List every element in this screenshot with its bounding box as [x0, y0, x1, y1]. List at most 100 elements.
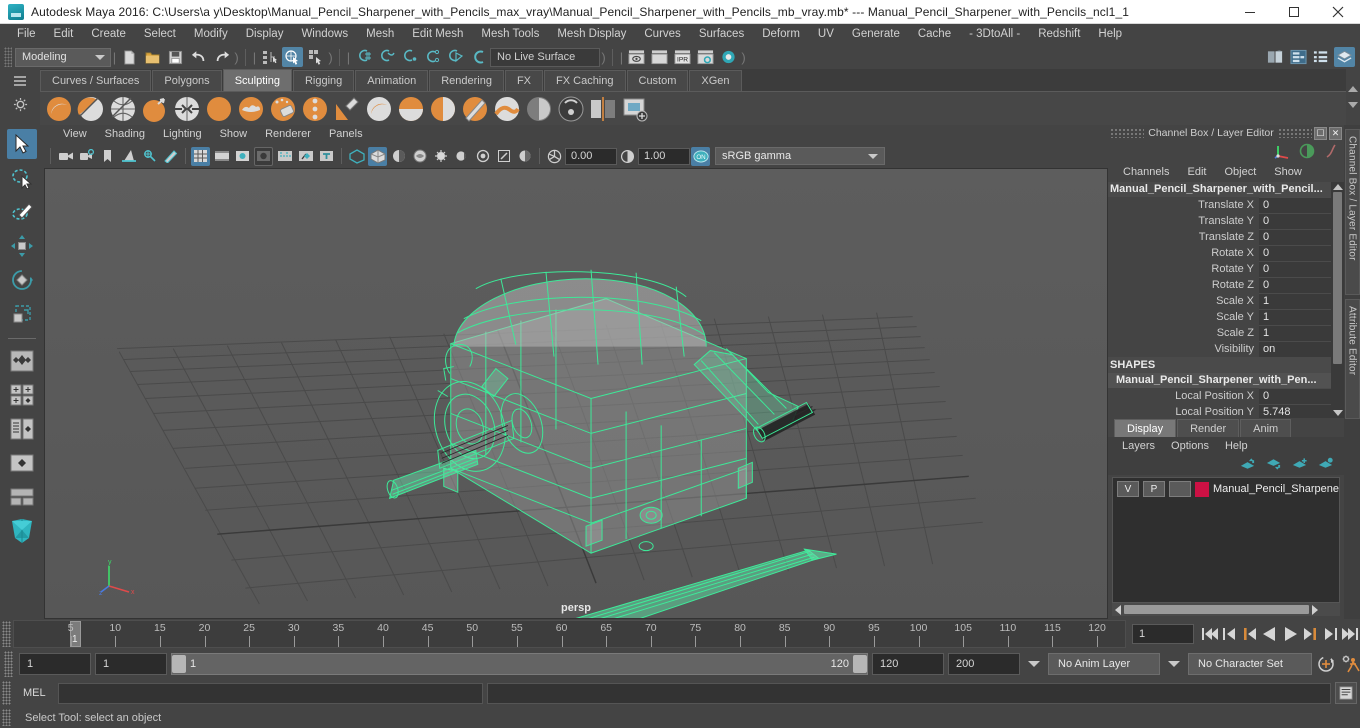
maximize-button[interactable] — [1272, 0, 1316, 24]
transform-axis-icon[interactable] — [1274, 143, 1292, 162]
viewport-menu-view[interactable]: View — [54, 125, 96, 144]
toggle-attribute-editor-button[interactable] — [1265, 47, 1286, 67]
image-plane-icon[interactable] — [119, 147, 138, 166]
channel-value[interactable]: 1 — [1259, 309, 1331, 325]
channel-row-translate-z[interactable]: Translate Z 0 — [1108, 229, 1331, 245]
step-forward-keyframe-button[interactable] — [1320, 623, 1340, 645]
layer-name[interactable]: Manual_Pencil_Sharpene — [1213, 483, 1339, 495]
color-management-toggle[interactable]: ON — [691, 146, 710, 166]
channel-value[interactable]: 1 — [1259, 293, 1331, 309]
menu-file[interactable]: File — [8, 24, 45, 45]
shelf-tab-fx[interactable]: FX — [504, 70, 544, 91]
play-forwards-button[interactable] — [1280, 623, 1300, 645]
channel-row-local-position-x[interactable]: Local Position X 0 — [1108, 388, 1331, 404]
channel-box-menu-channels[interactable]: Channels — [1114, 163, 1178, 182]
layer-list-horizontal-scrollbar[interactable] — [1112, 603, 1340, 616]
anti-aliasing-icon[interactable] — [494, 147, 513, 166]
menu-mesh-tools[interactable]: Mesh Tools — [472, 24, 548, 45]
channel-row-rotate-x[interactable]: Rotate X 0 — [1108, 245, 1331, 261]
range-end-handle[interactable] — [853, 655, 867, 673]
channel-value[interactable]: 0 — [1259, 229, 1331, 245]
step-back-frame-button[interactable] — [1240, 623, 1260, 645]
viewport-menu-renderer[interactable]: Renderer — [256, 125, 320, 144]
bulge-tool-icon[interactable] — [524, 94, 554, 124]
grab-tool-icon[interactable] — [140, 94, 170, 124]
panel-grip[interactable] — [1110, 128, 1144, 138]
channel-row-scale-y[interactable]: Scale Y 1 — [1108, 309, 1331, 325]
show-grid-icon[interactable] — [191, 146, 210, 166]
scroll-left-icon[interactable] — [1115, 604, 1121, 615]
repeat-tool-icon[interactable] — [300, 94, 330, 124]
layer-shading-toggle[interactable] — [1169, 481, 1191, 497]
wax-tool-icon[interactable] — [364, 94, 394, 124]
channel-row-translate-y[interactable]: Translate Y 0 — [1108, 213, 1331, 229]
menu-uv[interactable]: UV — [809, 24, 843, 45]
menu-mesh-display[interactable]: Mesh Display — [548, 24, 635, 45]
four-view-layout-button[interactable] — [7, 346, 37, 376]
command-language-label[interactable]: MEL — [15, 687, 54, 699]
shelf-options-gear-icon[interactable] — [11, 95, 29, 113]
select-by-object-type-button[interactable] — [282, 47, 303, 67]
layer-menu-layers[interactable]: Layers — [1114, 437, 1163, 455]
paint-select-tool-button[interactable] — [7, 197, 37, 227]
menu-edit-mesh[interactable]: Edit Mesh — [403, 24, 472, 45]
shelf-tab-custom[interactable]: Custom — [626, 70, 689, 91]
time-slider-grip[interactable] — [2, 621, 11, 647]
vtab-attribute-editor[interactable]: Attribute Editor — [1344, 299, 1360, 419]
shelf-tab-animation[interactable]: Animation — [355, 70, 429, 91]
menu-redshift[interactable]: Redshift — [1029, 24, 1089, 45]
channel-row-translate-x[interactable]: Translate X 0 — [1108, 197, 1331, 213]
scrollbar-thumb[interactable] — [1333, 192, 1342, 364]
layer-list[interactable]: V P Manual_Pencil_Sharpene — [1112, 477, 1340, 603]
snap-to-projected-center-button[interactable] — [422, 47, 443, 67]
channel-row-scale-z[interactable]: Scale Z 1 — [1108, 325, 1331, 341]
channel-row-local-position-y[interactable]: Local Position Y 5.748 — [1108, 404, 1331, 418]
anim-start-time-field[interactable]: 1 — [19, 653, 91, 675]
chevron-down-icon[interactable] — [1348, 102, 1358, 108]
color-management-select[interactable]: sRGB gamma — [715, 147, 885, 165]
stamp-settings-icon[interactable] — [620, 94, 650, 124]
render-view-button[interactable] — [626, 47, 647, 67]
menu-mesh[interactable]: Mesh — [357, 24, 403, 45]
shelf-tab-sculpting[interactable]: Sculpting — [222, 69, 292, 91]
smear-tool-icon[interactable] — [492, 94, 522, 124]
mirror-tool-icon[interactable] — [588, 94, 618, 124]
pinch-tool-icon[interactable] — [172, 94, 202, 124]
move-tool-button[interactable] — [7, 231, 37, 261]
toolbar-grip[interactable] — [4, 47, 12, 67]
scrape-tool-icon[interactable] — [396, 94, 426, 124]
knife-tool-icon[interactable] — [460, 94, 490, 124]
select-tool-button[interactable] — [7, 129, 37, 159]
scroll-up-icon[interactable] — [1332, 184, 1343, 190]
grease-pencil-icon[interactable] — [161, 147, 180, 166]
script-editor-button[interactable] — [1335, 682, 1357, 704]
viewport-menu-show[interactable]: Show — [211, 125, 257, 144]
shadows-icon[interactable] — [452, 147, 471, 166]
spray-tool-icon[interactable] — [268, 94, 298, 124]
menu-edit[interactable]: Edit — [45, 24, 83, 45]
shelf-tab-curves-surfaces[interactable]: Curves / Surfaces — [40, 70, 152, 91]
animation-preferences-icon[interactable] — [1340, 653, 1360, 675]
menu-cache[interactable]: Cache — [909, 24, 960, 45]
channel-value[interactable]: 5.748 — [1259, 404, 1331, 418]
text-overlay-icon[interactable] — [317, 147, 336, 166]
character-set-dropdown-arrow[interactable] — [1168, 661, 1180, 667]
viewport-menu-panels[interactable]: Panels — [320, 125, 372, 144]
hypershade-button[interactable] — [718, 47, 739, 67]
snap-to-curve-button[interactable] — [376, 47, 397, 67]
gamma-field[interactable]: 1.00 — [638, 147, 690, 165]
layer-playback-toggle[interactable]: P — [1143, 481, 1165, 497]
smooth-shade-all-icon[interactable] — [368, 146, 387, 166]
new-layer-from-selection-icon[interactable] — [1317, 457, 1334, 474]
new-scene-button[interactable] — [119, 47, 140, 67]
character-set-select[interactable]: No Character Set — [1188, 653, 1312, 675]
viewport-menu-lighting[interactable]: Lighting — [154, 125, 211, 144]
go-to-start-button[interactable] — [1200, 623, 1220, 645]
shelf-tab-rendering[interactable]: Rendering — [429, 70, 504, 91]
time-slider[interactable]: 1 5 10 15 20 25 30 35 40 45 50 55 60 65 70 75 80 85 90 95 1… — [13, 620, 1126, 648]
undo-button[interactable] — [188, 47, 209, 67]
select-camera-icon[interactable] — [56, 147, 75, 166]
range-slider-bar[interactable]: 1 120 — [171, 653, 868, 675]
xray-mode-icon[interactable] — [275, 147, 294, 166]
render-sequence-button[interactable] — [649, 47, 670, 67]
